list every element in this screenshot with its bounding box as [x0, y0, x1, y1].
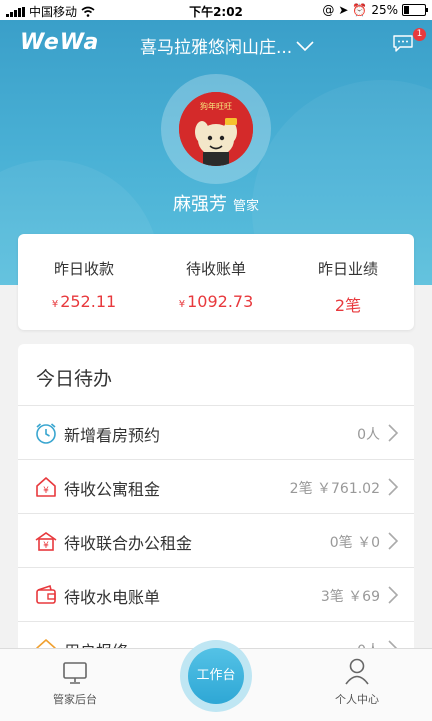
user-info: 麻强芳 管家 — [0, 190, 432, 216]
lock-rotation-icon: @ — [322, 3, 335, 17]
stat-value: ¥252.11 — [18, 292, 150, 311]
status-left: 中国移动 — [6, 3, 95, 20]
chevron-right-icon — [388, 424, 399, 442]
tab-personal-center[interactable]: 个人中心 — [282, 649, 432, 721]
chevron-right-icon — [388, 586, 399, 604]
status-right: @ ➤ ⏰ 25% — [322, 3, 428, 17]
carrier-label: 中国移动 — [29, 5, 78, 19]
venue-name: 喜马拉雅悠闲山庄... — [140, 38, 293, 58]
user-icon — [345, 658, 369, 685]
avatar[interactable]: 狗年旺旺 — [179, 92, 253, 166]
stat-label: 昨日收款 — [53, 260, 114, 278]
house-yen-icon: ¥ — [36, 477, 56, 497]
user-role: 管家 — [232, 199, 259, 214]
signal-icon — [6, 6, 25, 17]
todo-row-office-rent[interactable]: ¥ 待收联合办公租金 0笔 ￥0 — [18, 513, 414, 568]
todo-meta: 2笔 ￥761.02 — [289, 481, 380, 497]
stat-amount: 2笔 — [334, 296, 362, 315]
chevron-right-icon — [388, 478, 399, 496]
currency-symbol: ¥ — [51, 299, 59, 310]
currency-symbol: ¥ — [178, 299, 186, 310]
today-todo-card: 今日待办 新增看房预约 0人 ¥ 待收公寓租金 2笔 ￥761.02 ¥ 待收联… — [18, 344, 414, 654]
alarm-icon: ⏰ — [352, 3, 368, 17]
stat-label: 待收账单 — [185, 260, 246, 278]
stat-label: 昨日业绩 — [317, 260, 378, 278]
battery-icon — [402, 4, 428, 16]
venue-selector[interactable]: 喜马拉雅悠闲山庄... — [140, 33, 314, 58]
battery-percent: 25% — [371, 3, 398, 17]
stats-card: 昨日收款 ¥252.11 待收账单 ¥1092.73 昨日业绩 2笔 — [18, 234, 414, 330]
alarm-clock-icon — [36, 423, 56, 444]
message-icon[interactable] — [392, 34, 414, 52]
battery-level — [404, 6, 409, 14]
tab-label: 个人中心 — [335, 693, 379, 706]
user-name: 麻强芳 — [172, 194, 227, 215]
stat-amount: 1092.73 — [187, 292, 254, 311]
todo-row-viewing-appointments[interactable]: 新增看房预约 0人 — [18, 405, 414, 460]
status-bar: 中国移动 下午2:02 @ ➤ ⏰ 25% — [0, 0, 432, 20]
stat-value: ¥1092.73 — [150, 292, 282, 311]
todo-label: 待收联合办公租金 — [64, 534, 193, 553]
tab-manager-backend[interactable]: 管家后台 — [0, 649, 150, 721]
tab-label: 管家后台 — [53, 693, 97, 706]
chevron-down-icon — [296, 40, 314, 51]
office-yen-icon: ¥ — [35, 532, 57, 551]
todo-label: 新增看房预约 — [64, 426, 161, 445]
todo-meta: 3笔 ￥69 — [320, 589, 380, 605]
location-arrow-icon: ➤ — [338, 3, 349, 17]
stat-yesterday-performance[interactable]: 昨日业绩 2笔 — [282, 234, 414, 330]
todo-meta: 0人 — [357, 427, 380, 443]
stat-yesterday-received[interactable]: 昨日收款 ¥252.11 — [18, 234, 150, 330]
todo-row-utility-bills[interactable]: 待收水电账单 3笔 ￥69 — [18, 567, 414, 622]
workbench-label: 工作台 — [188, 648, 244, 704]
stat-pending-bills[interactable]: 待收账单 ¥1092.73 — [150, 234, 282, 330]
todo-label: 待收公寓租金 — [64, 480, 161, 499]
stat-value: 2笔 — [282, 292, 414, 316]
svg-text:¥: ¥ — [43, 541, 49, 551]
section-title: 今日待办 — [36, 368, 113, 390]
wallet-icon — [36, 584, 56, 604]
workbench-button[interactable]: 工作台 — [180, 640, 252, 712]
wifi-icon — [81, 6, 95, 17]
message-badge: 1 — [413, 28, 426, 41]
app-logo: WeWa — [20, 30, 100, 55]
chevron-right-icon — [388, 532, 399, 550]
svg-text:¥: ¥ — [43, 486, 49, 496]
todo-meta: 0笔 ￥0 — [329, 535, 380, 551]
monitor-icon — [63, 662, 87, 684]
avatar-caption: 狗年旺旺 — [200, 102, 232, 111]
todo-row-apartment-rent[interactable]: ¥ 待收公寓租金 2笔 ￥761.02 — [18, 459, 414, 514]
todo-label: 待收水电账单 — [64, 588, 161, 607]
stat-amount: 252.11 — [60, 292, 117, 311]
